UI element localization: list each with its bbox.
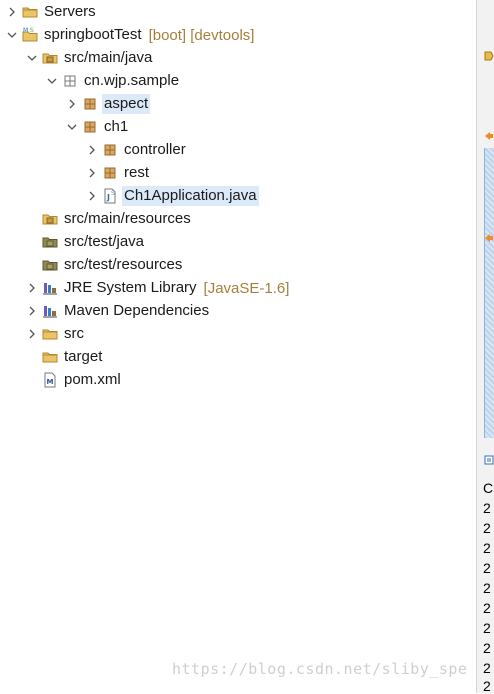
tree-item-label: src/main/resources xyxy=(64,210,191,227)
column-digit: 2 xyxy=(483,640,491,656)
tree-item-label: src/main/java xyxy=(64,49,153,66)
tree-item-src[interactable]: src xyxy=(24,323,86,345)
project-explorer-tree: Servers MS springbootTest [boot] [devtoo… xyxy=(0,0,476,693)
tree-item-jre[interactable]: JRE System Library [JavaSE-1.6] xyxy=(24,277,289,299)
spring-project-icon: MS xyxy=(22,27,38,43)
tree-item-ch1application[interactable]: JS Ch1Application.java xyxy=(84,185,259,207)
column-digit: 2 xyxy=(483,560,491,576)
svg-text:S: S xyxy=(111,190,115,197)
jre-decoration: [JavaSE-1.6] xyxy=(203,279,290,297)
column-digit: 2 xyxy=(483,678,491,694)
package-icon xyxy=(82,96,98,112)
arrow-marker-icon[interactable] xyxy=(484,130,494,142)
source-folder-icon xyxy=(42,211,58,227)
chevron-right-icon[interactable] xyxy=(64,96,80,112)
tree-item-src-test-java[interactable]: src/test/java xyxy=(24,231,146,253)
tree-item-label: src xyxy=(64,325,84,342)
maven-pom-icon: M xyxy=(42,372,58,388)
folder-icon xyxy=(42,349,58,365)
tree-item-label: src/test/java xyxy=(64,233,145,250)
tree-item-label: Maven Dependencies xyxy=(64,302,210,319)
chevron-right-icon[interactable] xyxy=(84,165,100,181)
chevron-down-icon[interactable] xyxy=(4,27,20,43)
library-icon xyxy=(42,280,58,296)
overview-ruler-highlight[interactable] xyxy=(484,148,494,438)
chevron-down-icon[interactable] xyxy=(24,50,40,66)
svg-text:S: S xyxy=(30,27,34,34)
tree-item-label: Servers xyxy=(44,3,96,20)
tree-item-label: controller xyxy=(124,141,186,158)
tree-item-src-test-resources[interactable]: src/test/resources xyxy=(24,254,184,276)
warning-marker-icon[interactable] xyxy=(484,50,494,62)
svg-text:J: J xyxy=(106,193,110,202)
chevron-right-icon[interactable] xyxy=(84,188,100,204)
tree-item-project[interactable]: MS springbootTest [boot] [devtools] xyxy=(4,24,254,46)
chevron-right-icon[interactable] xyxy=(84,142,100,158)
tree-item-package[interactable]: cn.wjp.sample xyxy=(44,70,181,92)
tree-item-label: ch1 xyxy=(104,118,129,135)
tree-item-aspect[interactable]: aspect xyxy=(64,93,151,115)
column-digit: 2 xyxy=(483,520,491,536)
chevron-right-icon[interactable] xyxy=(24,280,40,296)
source-folder-icon xyxy=(42,50,58,66)
tree-item-controller[interactable]: controller xyxy=(84,139,188,161)
arrow-marker-icon[interactable] xyxy=(484,232,494,244)
package-icon xyxy=(62,73,78,89)
svg-text:M: M xyxy=(23,27,28,34)
tree-item-label: aspect xyxy=(102,94,151,114)
tree-item-label: target xyxy=(64,348,103,365)
library-icon xyxy=(42,303,58,319)
tree-item-src-main-java[interactable]: src/main/java xyxy=(24,47,154,69)
column-digit: 2 xyxy=(483,500,491,516)
tree-item-src-main-resources[interactable]: src/main/resources xyxy=(24,208,193,230)
java-file-icon: JS xyxy=(102,188,118,204)
console-view-icon[interactable] xyxy=(484,454,494,466)
chevron-down-icon[interactable] xyxy=(44,73,60,89)
tree-item-servers[interactable]: Servers xyxy=(4,1,98,23)
tree-item-label: Ch1Application.java xyxy=(122,186,259,206)
tree-item-pom[interactable]: M pom.xml xyxy=(24,369,123,391)
chevron-down-icon[interactable] xyxy=(64,119,80,135)
column-digit: 2 xyxy=(483,620,491,636)
column-digit: 2 xyxy=(483,540,491,556)
package-icon xyxy=(102,142,118,158)
svg-text:M: M xyxy=(47,378,54,386)
tree-item-label: cn.wjp.sample xyxy=(84,72,180,89)
column-digit: 2 xyxy=(483,660,491,676)
tree-item-label: pom.xml xyxy=(64,371,121,388)
test-source-folder-icon xyxy=(42,257,58,273)
watermark: https://blog.csdn.net/sliby_spe xyxy=(172,660,468,678)
chevron-right-icon[interactable] xyxy=(24,326,40,342)
tree-item-maven[interactable]: Maven Dependencies xyxy=(24,300,211,322)
package-icon xyxy=(102,165,118,181)
tree-item-target[interactable]: target xyxy=(24,346,104,368)
column-digit: 2 xyxy=(483,600,491,616)
tree-item-label: rest xyxy=(124,164,150,181)
folder-icon xyxy=(42,326,58,342)
test-source-folder-icon xyxy=(42,234,58,250)
column-digit: 2 xyxy=(483,580,491,596)
tree-item-ch1[interactable]: ch1 xyxy=(64,116,130,138)
folder-icon xyxy=(22,4,38,20)
tree-item-rest[interactable]: rest xyxy=(84,162,151,184)
chevron-right-icon[interactable] xyxy=(24,303,40,319)
chevron-right-icon[interactable] xyxy=(4,4,20,20)
tree-item-label: springbootTest xyxy=(44,26,142,43)
package-icon xyxy=(82,119,98,135)
panel-header-letter: C xyxy=(483,480,494,496)
tree-item-label: src/test/resources xyxy=(64,256,183,273)
project-decoration: [boot] [devtools] xyxy=(148,26,255,44)
tree-item-label: JRE System Library xyxy=(64,279,197,296)
